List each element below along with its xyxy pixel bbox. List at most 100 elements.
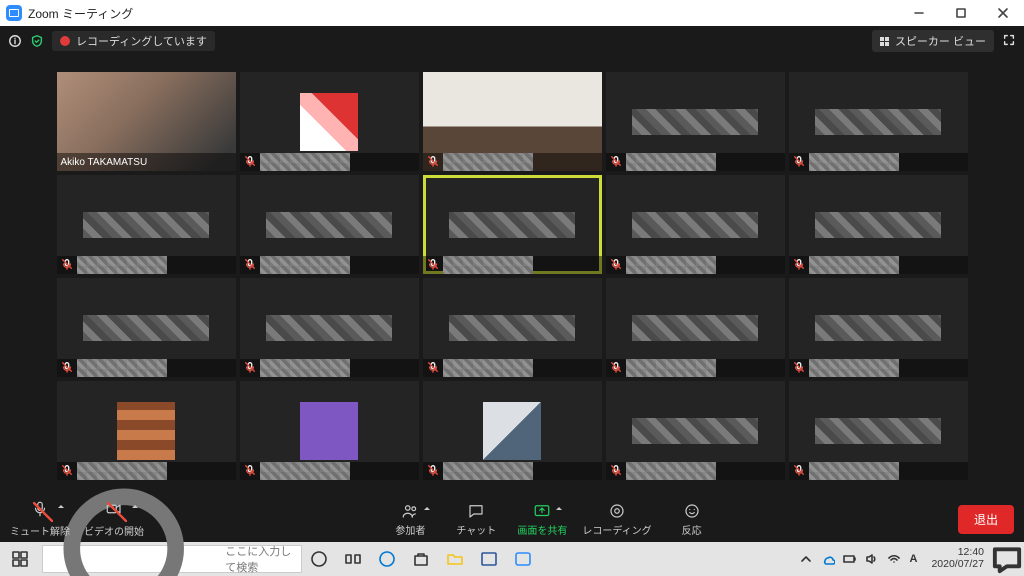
battery-icon: [843, 552, 857, 566]
mic-muted-icon: [31, 500, 49, 521]
edge-icon: [378, 550, 396, 568]
unmute-button[interactable]: ミュート解除: [10, 500, 70, 538]
mic-muted-icon: [610, 155, 622, 170]
avatar-image: [300, 402, 358, 460]
mic-muted-icon: [61, 464, 73, 479]
participant-tile[interactable]: [57, 381, 236, 480]
gallery-grid-icon: [880, 37, 889, 46]
windows-taskbar: ここに入力して検索 A 12:40 2020/07/27: [0, 542, 1024, 576]
participant-tile[interactable]: Akiko TAKAMATSU: [57, 72, 236, 171]
close-button[interactable]: [982, 0, 1024, 26]
chevron-up-icon: [799, 552, 813, 566]
speaker-view-label: スピーカー ビュー: [895, 33, 986, 49]
participant-label-bar: [789, 462, 968, 480]
leave-button[interactable]: 退出: [958, 505, 1014, 534]
participant-tile[interactable]: [423, 381, 602, 480]
participant-tile[interactable]: [57, 175, 236, 274]
participant-tile[interactable]: [789, 278, 968, 377]
minimize-button[interactable]: [898, 0, 940, 26]
blurred-name: [443, 462, 533, 480]
blurred-name: [260, 359, 350, 377]
participant-label-bar: [57, 359, 236, 377]
ime-indicator[interactable]: A: [909, 553, 917, 565]
participant-tile[interactable]: [606, 381, 785, 480]
maximize-button[interactable]: [940, 0, 982, 26]
notification-icon: [990, 542, 1024, 576]
taskbar-app-zoom[interactable]: [506, 542, 540, 576]
mic-muted-icon: [61, 361, 73, 376]
participant-label-bar: Akiko TAKAMATSU: [57, 153, 236, 171]
unmute-label: ミュート解除: [10, 523, 70, 538]
search-input[interactable]: ここに入力して検索: [42, 545, 302, 573]
avatar-image: [300, 93, 358, 151]
avatar-image: [483, 402, 541, 460]
participants-button[interactable]: 参加者: [384, 502, 436, 537]
participant-label-bar: [606, 256, 785, 274]
blurred-name: [77, 462, 167, 480]
window-titlebar: Zoom ミーティング: [0, 0, 1024, 26]
taskbar-app-explorer[interactable]: [438, 542, 472, 576]
blurred-name: [260, 153, 350, 171]
blurred-name-center: [815, 212, 940, 238]
blurred-name: [77, 359, 167, 377]
reactions-label: 反応: [682, 522, 702, 537]
participant-tile[interactable]: [789, 72, 968, 171]
window-title: Zoom ミーティング: [28, 5, 133, 22]
participant-tile[interactable]: [789, 175, 968, 274]
participant-label-bar: [240, 359, 419, 377]
blurred-name: [809, 462, 899, 480]
participant-tile[interactable]: [57, 278, 236, 377]
action-center-button[interactable]: [990, 542, 1024, 576]
system-tray[interactable]: A: [791, 552, 925, 566]
blurred-name-center: [449, 315, 574, 341]
record-button[interactable]: レコーディング: [582, 502, 651, 537]
participant-tile[interactable]: [606, 72, 785, 171]
participant-label-bar: [423, 256, 602, 274]
participant-tile[interactable]: [606, 175, 785, 274]
encryption-shield-icon[interactable]: [30, 34, 44, 48]
taskbar-app-store[interactable]: [404, 542, 438, 576]
participant-tile[interactable]: [240, 72, 419, 171]
share-screen-button[interactable]: 画面を共有: [516, 502, 568, 537]
clock[interactable]: 12:40 2020/07/27: [925, 547, 990, 570]
mic-muted-icon: [610, 464, 622, 479]
taskbar-app-edge[interactable]: [370, 542, 404, 576]
task-view-icon: [344, 550, 362, 568]
participant-tile[interactable]: [240, 278, 419, 377]
fullscreen-button[interactable]: [1002, 33, 1016, 50]
task-view-button[interactable]: [336, 542, 370, 576]
start-video-button[interactable]: ビデオの開始: [84, 500, 144, 538]
store-icon: [412, 550, 430, 568]
participant-tile[interactable]: [240, 175, 419, 274]
participant-tile[interactable]: [240, 381, 419, 480]
participant-label-bar: [423, 462, 602, 480]
mic-muted-icon: [793, 464, 805, 479]
blurred-name: [809, 153, 899, 171]
participant-label-bar: [423, 153, 602, 171]
chat-label: チャット: [456, 522, 496, 537]
participant-tile[interactable]: [606, 278, 785, 377]
mic-muted-icon: [427, 361, 439, 376]
mic-muted-icon: [244, 155, 256, 170]
participant-tile[interactable]: [423, 175, 602, 274]
chat-icon: [467, 502, 485, 520]
participant-tile[interactable]: [423, 72, 602, 171]
taskbar-app-word[interactable]: [472, 542, 506, 576]
reactions-button[interactable]: 反応: [666, 502, 718, 537]
speaker-view-button[interactable]: スピーカー ビュー: [872, 30, 994, 52]
participant-label-bar: [606, 359, 785, 377]
blurred-name-center: [815, 315, 940, 341]
start-button[interactable]: [0, 542, 40, 576]
video-off-icon: [105, 500, 123, 521]
info-icon[interactable]: [8, 34, 22, 48]
folder-icon: [446, 550, 464, 568]
chat-button[interactable]: チャット: [450, 502, 502, 537]
participant-tile[interactable]: [789, 381, 968, 480]
blurred-name-center: [632, 315, 757, 341]
blurred-name-center: [266, 212, 391, 238]
cortana-button[interactable]: [302, 542, 336, 576]
participant-tile[interactable]: [423, 278, 602, 377]
mic-muted-icon: [793, 361, 805, 376]
blurred-name: [260, 462, 350, 480]
recording-indicator[interactable]: レコーディングしています: [52, 31, 215, 51]
